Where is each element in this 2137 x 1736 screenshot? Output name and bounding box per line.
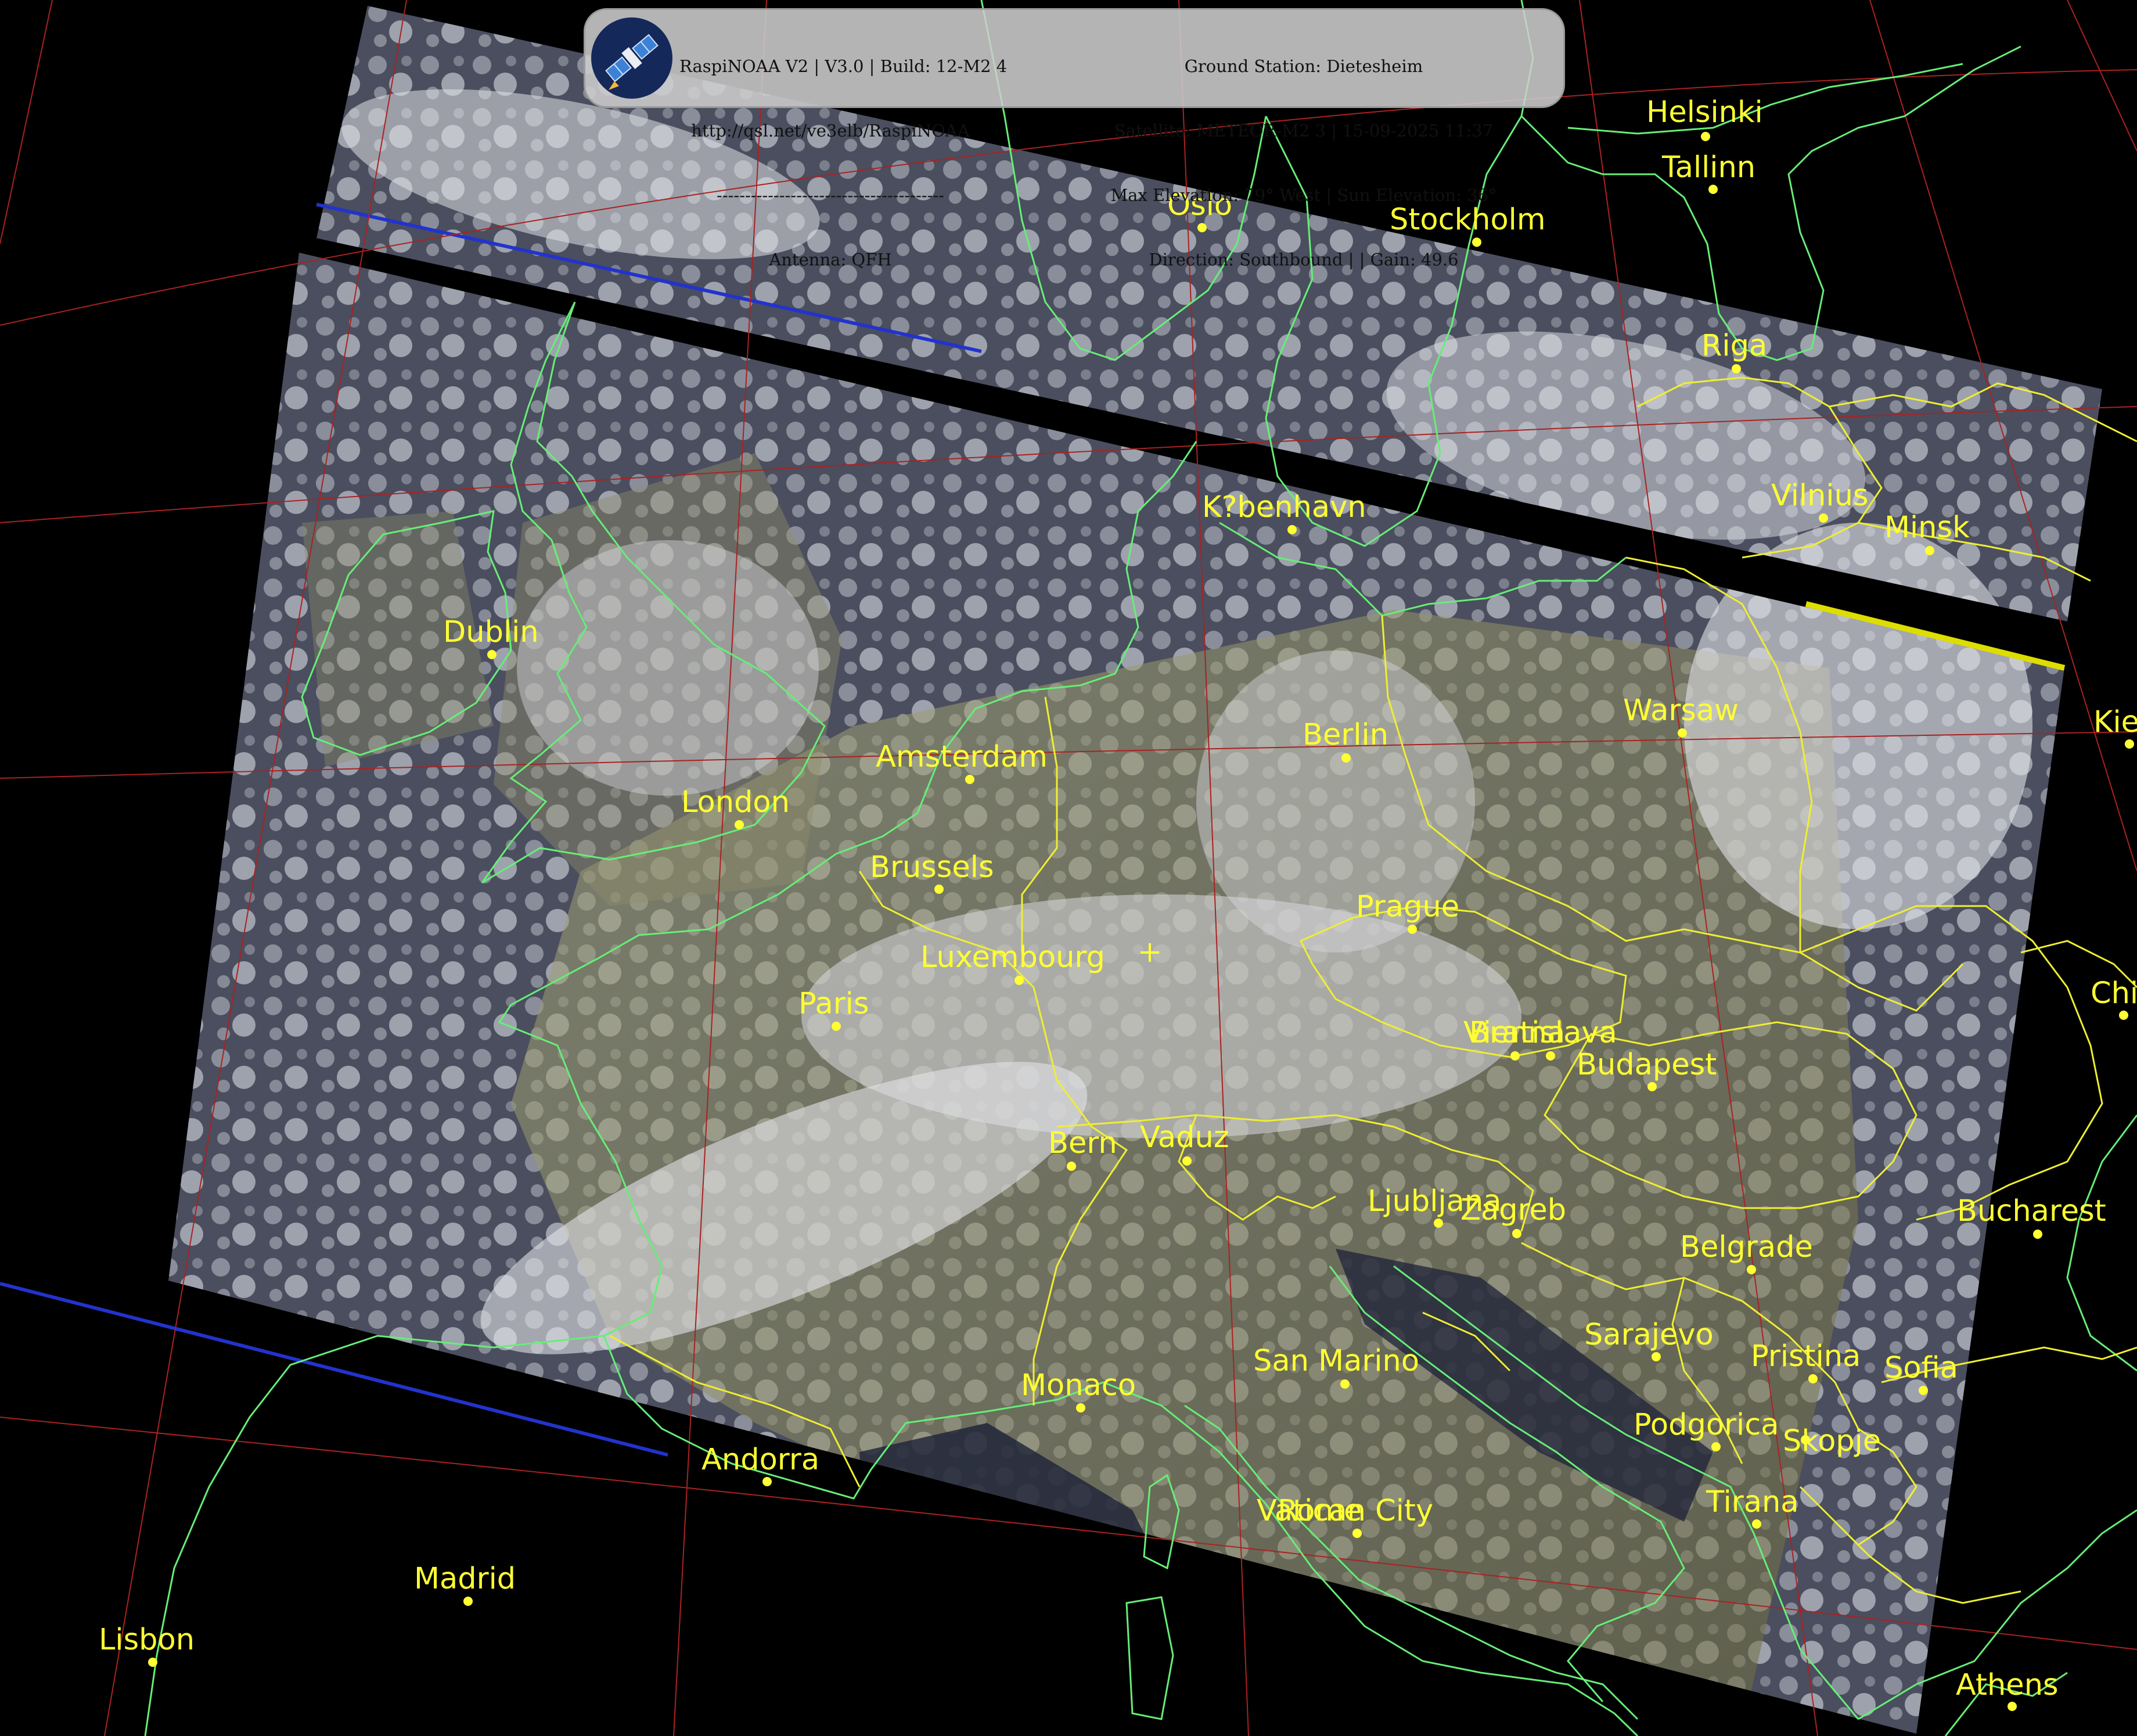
city-marker-vaduz: [1182, 1156, 1192, 1166]
city-marker-madrid: [463, 1597, 473, 1606]
city-label-podgorica: Podgorica: [1634, 1408, 1779, 1442]
city-label-minsk: Minsk: [1884, 511, 1970, 545]
header-line-direction: Direction: Southbound | | Gain: 49.6: [1149, 250, 1459, 269]
city-label-k-benhavn: K?benhavn: [1202, 490, 1366, 524]
city-marker-helsinki: [1701, 132, 1710, 141]
city-marker-zagreb: [1512, 1229, 1521, 1238]
city-marker-belgrade: [1747, 1265, 1756, 1274]
city-marker-chisinau: [2119, 1011, 2128, 1020]
city-marker-bern: [1067, 1162, 1076, 1171]
city-marker-kiev: [2125, 739, 2134, 749]
city-marker-bucharest: [2033, 1230, 2042, 1239]
city-marker-andorra: [762, 1477, 772, 1486]
city-marker-san-marino: [1340, 1379, 1350, 1389]
city-marker-lisbon: [148, 1658, 157, 1667]
city-label-amsterdam: Amsterdam: [876, 740, 1048, 774]
header-right-text: Ground Station: Dietesheim Satellite: ME…: [1063, 13, 1545, 292]
city-marker-luxembourg: [1014, 976, 1024, 985]
city-label-bratislava: Bratislava: [1469, 1016, 1617, 1050]
city-label-helsinki: Helsinki: [1646, 95, 1763, 130]
city-marker-k-benhavn: [1287, 525, 1297, 534]
header-line-antenna: Antenna: QFH: [769, 250, 892, 269]
city-label-pristina: Pristina: [1751, 1339, 1861, 1374]
city-marker-vienna: [1510, 1051, 1520, 1061]
city-label-vilnius: Vilnius: [1771, 479, 1869, 513]
city-marker-sarajevo: [1652, 1352, 1661, 1361]
city-label-athens: Athens: [1956, 1668, 2059, 1702]
satellite-logo-icon: [591, 17, 672, 99]
city-label-sofia: Sofia: [1884, 1351, 1958, 1385]
header-line-url: http://qsl.net/ve3elb/RaspiNOAA: [691, 121, 970, 141]
city-marker-sofia: [1919, 1386, 1928, 1395]
city-marker-budapest: [1647, 1082, 1657, 1091]
city-marker-athens: [2008, 1702, 2017, 1711]
city-label-monaco: Monaco: [1021, 1368, 1136, 1403]
city-label-kiev: Kiev: [2093, 705, 2137, 739]
city-marker-minsk: [1925, 546, 1934, 555]
city-marker-ljubljana: [1434, 1219, 1443, 1228]
city-marker-tallinn: [1708, 185, 1718, 194]
city-label-sarajevo: Sarajevo: [1584, 1318, 1714, 1352]
city-label-berlin: Berlin: [1303, 718, 1388, 752]
city-marker-london: [735, 820, 744, 829]
city-label-london: London: [681, 785, 790, 820]
city-label-madrid: Madrid: [414, 1562, 516, 1596]
city-label-chisinau: Chisinau: [2091, 976, 2137, 1011]
city-marker-riga: [1732, 364, 1741, 373]
header-line-separator: ----------------------------------------: [717, 185, 944, 205]
city-label-dublin: Dublin: [443, 615, 539, 649]
city-label-paris: Paris: [798, 987, 869, 1021]
city-label-tirana: Tirana: [1706, 1485, 1799, 1519]
city-marker-amsterdam: [965, 775, 974, 784]
city-label-warsaw: Warsaw: [1623, 693, 1739, 728]
header-line-ground-station: Ground Station: Dietesheim: [1184, 56, 1423, 76]
city-marker-berlin: [1341, 753, 1351, 763]
city-label-brussels: Brussels: [870, 850, 994, 885]
city-label-budapest: Budapest: [1577, 1048, 1717, 1082]
city-label-andorra: Andorra: [701, 1443, 819, 1477]
city-marker-rome: [1352, 1529, 1362, 1538]
city-label-vaduz: Vaduz: [1140, 1120, 1229, 1155]
header-line-elevation: Max Elevation: 79° West | Sun Elevation:…: [1110, 185, 1497, 205]
city-marker-pristina: [1808, 1374, 1818, 1383]
city-marker-bratislava: [1546, 1051, 1555, 1061]
header-line-build: RaspiNOAA V2 | V3.0 | Build: 12-M2 4: [679, 56, 1008, 76]
city-label-skopje: Skopje: [1783, 1424, 1881, 1458]
city-label-zagreb: Zagreb: [1460, 1193, 1566, 1227]
city-marker-vilnius: [1819, 513, 1828, 523]
city-marker-warsaw: [1678, 728, 1687, 738]
city-marker-dublin: [487, 650, 497, 659]
city-marker-prague: [1408, 925, 1417, 934]
city-label-luxembourg: Luxembourg: [920, 940, 1105, 975]
city-label-prague: Prague: [1356, 890, 1459, 924]
city-marker-tirana: [1752, 1519, 1761, 1529]
header-left-text: RaspiNOAA V2 | V3.0 | Build: 12-M2 4 htt…: [679, 13, 1008, 292]
city-label-san-marino: San Marino: [1253, 1344, 1419, 1378]
city-label-bucharest: Bucharest: [1957, 1194, 2106, 1228]
city-label-riga: Riga: [1701, 329, 1767, 363]
header-line-satellite: Satellite: METEOR-M2 3 | 15-09-2025 11:3…: [1114, 121, 1494, 141]
city-label-bern: Bern: [1048, 1126, 1117, 1160]
city-label-tallinn: Tallinn: [1661, 150, 1755, 185]
city-marker-paris: [832, 1022, 841, 1031]
city-label-rome: Rome: [1278, 1494, 1362, 1528]
city-label-belgrade: Belgrade: [1680, 1230, 1813, 1264]
city-marker-monaco: [1076, 1403, 1085, 1412]
city-marker-brussels: [934, 885, 944, 894]
city-label-lisbon: Lisbon: [99, 1623, 195, 1657]
city-marker-podgorica: [1711, 1442, 1721, 1451]
